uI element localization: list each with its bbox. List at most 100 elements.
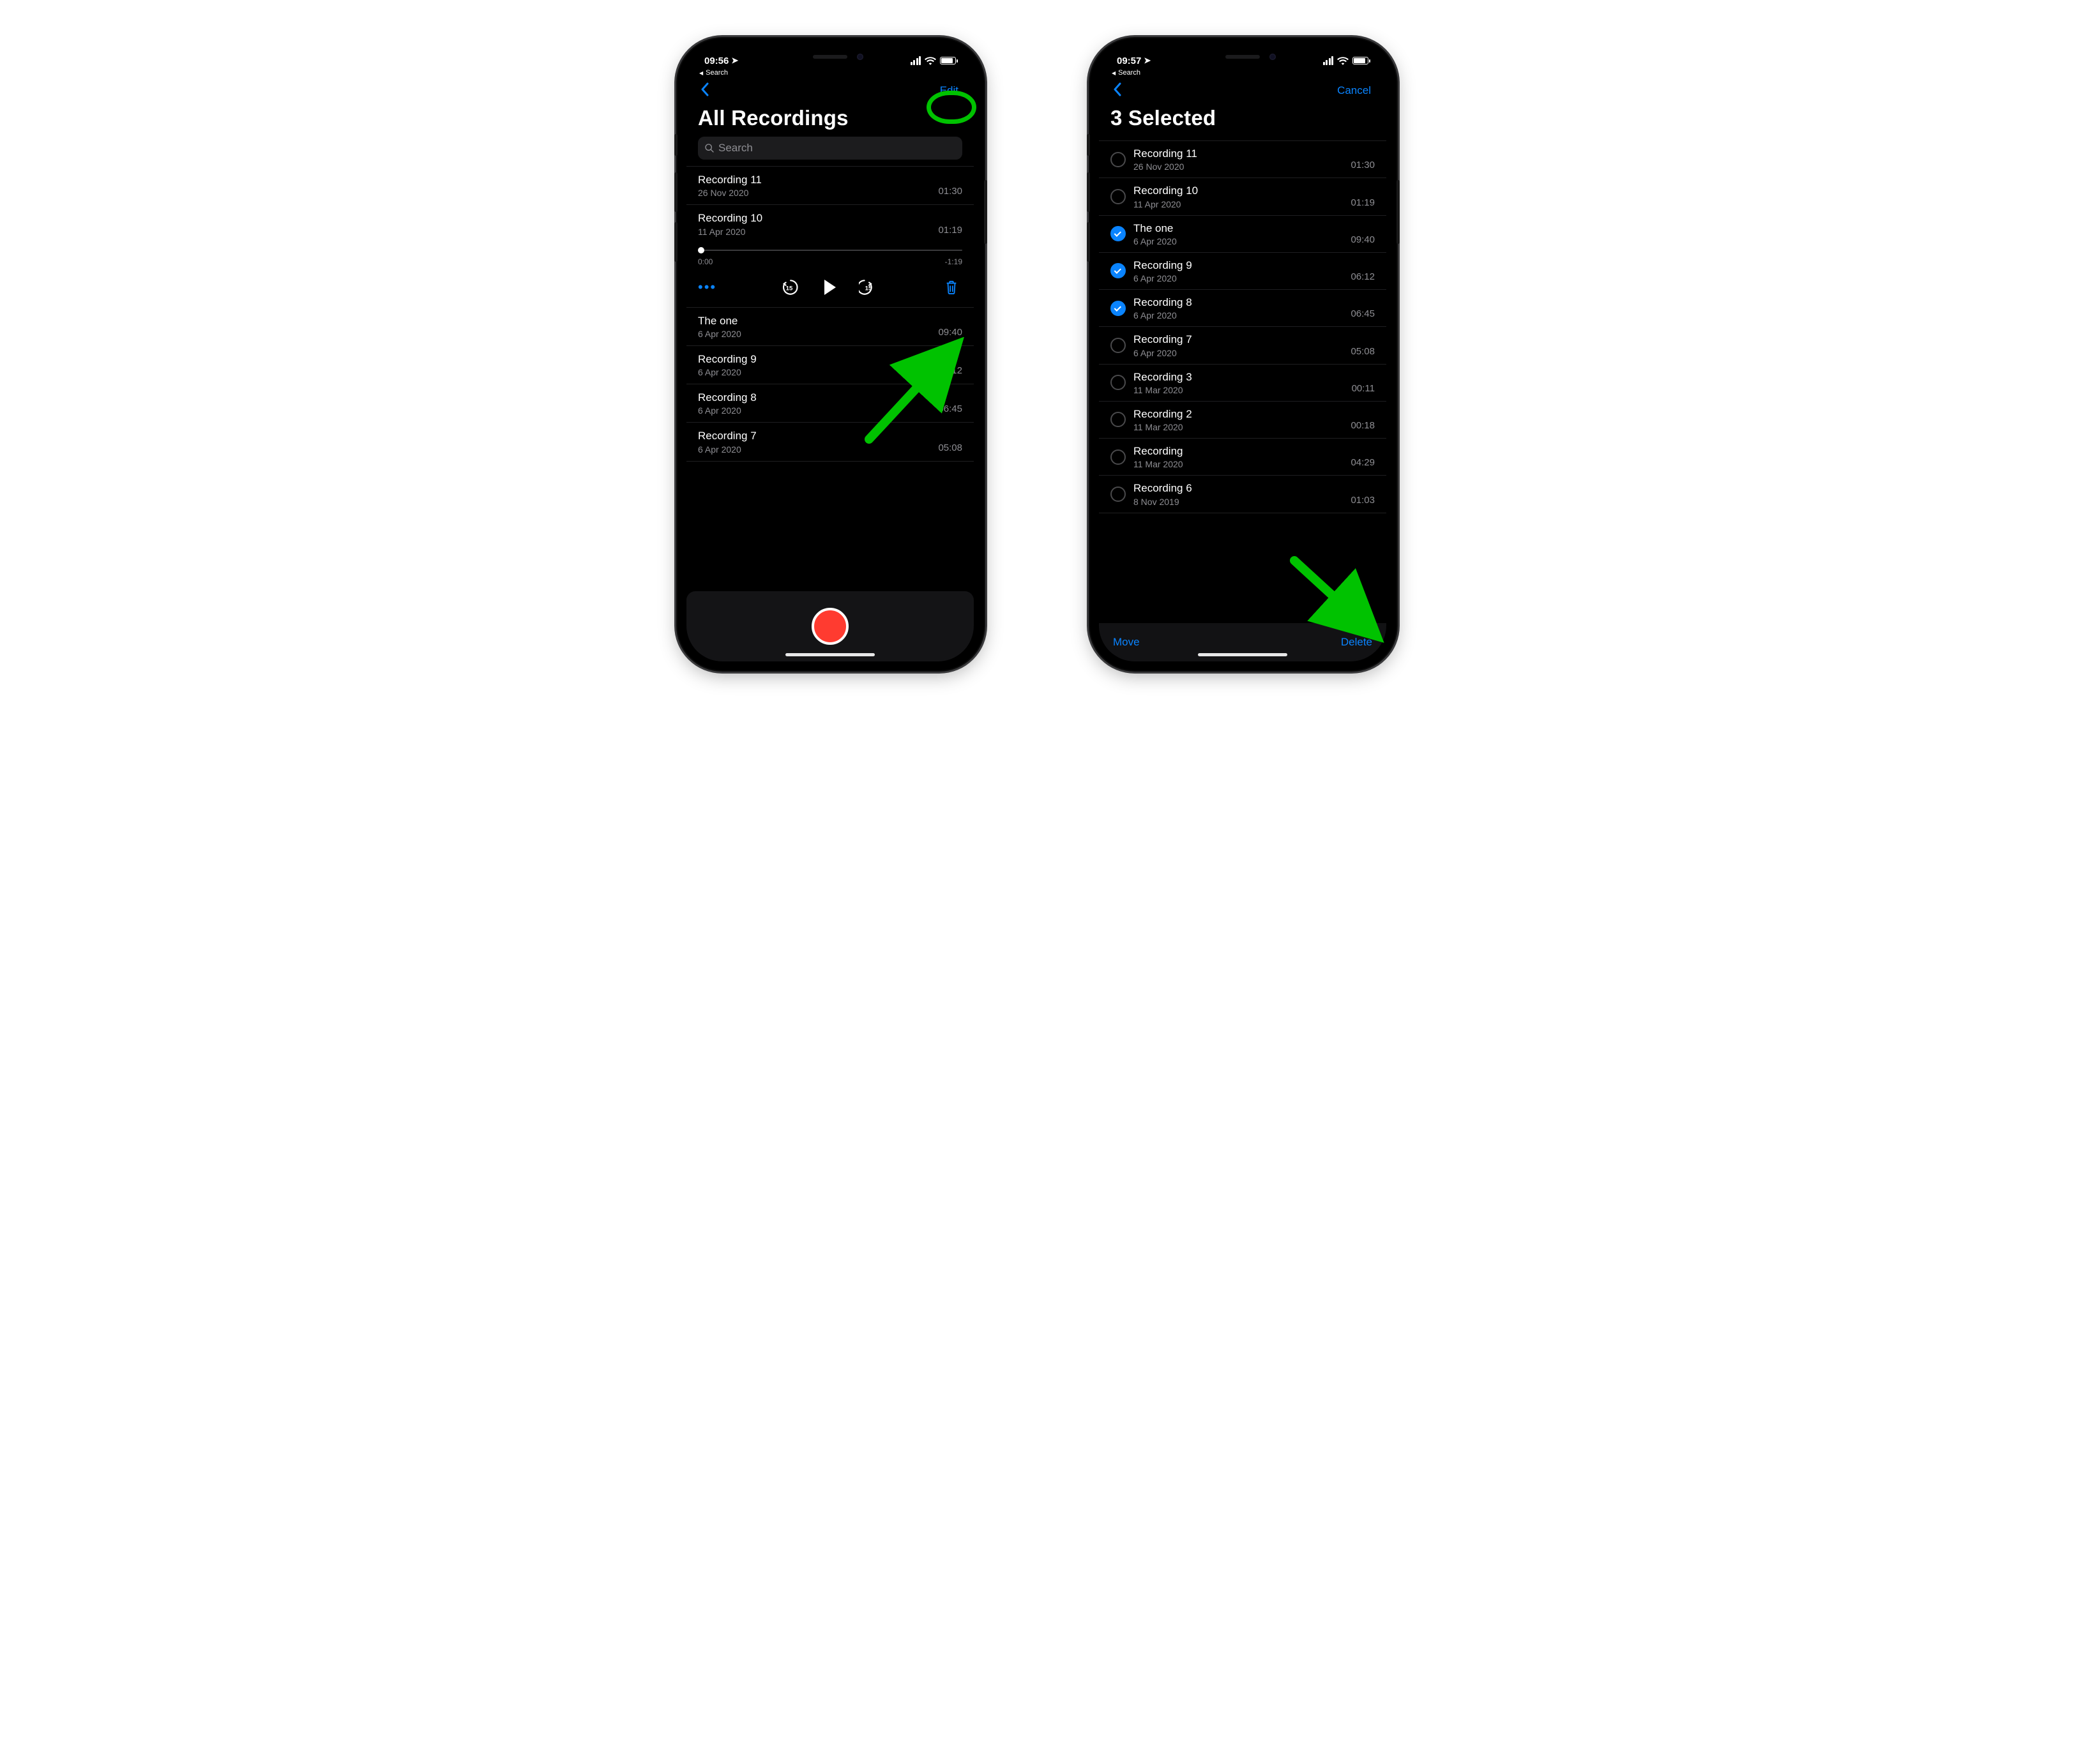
record-button[interactable] (812, 608, 849, 645)
recording-row[interactable]: Recording 76 Apr 202005:08 (1099, 327, 1386, 364)
status-time: 09:56 (704, 56, 729, 66)
delete-button[interactable]: Delete (1341, 636, 1372, 649)
recording-title: Recording 6 (1133, 481, 1343, 495)
volume-down-button (674, 222, 677, 262)
selection-checkbox[interactable] (1110, 263, 1126, 278)
selection-checkbox[interactable] (1110, 152, 1126, 167)
search-input[interactable]: Search (698, 137, 962, 160)
recordings-list: Recording 11 26 Nov 2020 01:30 Recording 10… (686, 166, 974, 591)
search-placeholder: Search (718, 142, 753, 155)
record-footer (686, 591, 974, 661)
home-indicator[interactable] (785, 653, 875, 656)
more-options-button[interactable]: ••• (698, 279, 716, 296)
recording-date: 6 Apr 2020 (1133, 310, 1343, 320)
recording-row[interactable]: Recording 1126 Nov 202001:30 (1099, 140, 1386, 178)
recording-row[interactable]: Recording 1011 Apr 202001:19 (1099, 178, 1386, 215)
phone-left: 09:56 ➤ Search Edit All Recordings Searc… (677, 38, 984, 670)
recording-duration: 05:08 (1351, 346, 1375, 358)
screen: 09:57 ➤ Search Cancel 3 Selected Recordi… (1099, 47, 1386, 661)
recording-duration: 04:29 (1351, 457, 1375, 469)
recording-row[interactable]: Recording 96 Apr 2020 06:12 (1099, 253, 1386, 290)
recording-duration: 06:45 (1351, 308, 1375, 320)
notch (1179, 47, 1306, 66)
scrubber-position: 0:00 (698, 257, 713, 266)
cancel-button[interactable]: Cancel (1333, 82, 1375, 100)
recording-row[interactable]: Recording 211 Mar 202000:18 (1099, 402, 1386, 439)
recording-duration: 06:12 (1351, 271, 1375, 283)
recording-title: Recording 11 (698, 173, 930, 186)
search-icon (704, 143, 715, 153)
recording-title: Recording 3 (1133, 370, 1344, 384)
recording-duration: 01:30 (938, 186, 962, 198)
nav-bar: Cancel (1099, 77, 1386, 103)
recording-row[interactable]: Recording11 Mar 2020 04:29 (1099, 439, 1386, 476)
recording-duration: 01:30 (1351, 160, 1375, 172)
recording-title: Recording 10 (1133, 184, 1343, 197)
edit-button[interactable]: Edit (936, 82, 962, 100)
back-button[interactable] (698, 82, 712, 99)
recording-date: 6 Apr 2020 (698, 367, 930, 377)
recording-date: 6 Apr 2020 (1133, 348, 1343, 358)
recording-row[interactable]: Recording 96 Apr 2020 06:12 (686, 346, 974, 384)
scrubber[interactable] (698, 245, 962, 256)
recording-date: 6 Apr 2020 (1133, 273, 1343, 283)
recording-title: Recording 10 (698, 211, 930, 225)
recording-title: Recording (1133, 444, 1343, 458)
recording-date: 11 Mar 2020 (1133, 459, 1343, 469)
play-button[interactable] (818, 276, 840, 298)
svg-text:15: 15 (865, 285, 872, 292)
phone-right: 09:57 ➤ Search Cancel 3 Selected Recordi… (1090, 38, 1397, 670)
recording-duration: 06:12 (938, 365, 962, 377)
recording-duration: 01:19 (938, 225, 962, 237)
battery-icon (940, 57, 956, 64)
selection-checkbox[interactable] (1110, 226, 1126, 241)
selection-checkbox[interactable] (1110, 449, 1126, 465)
recording-row[interactable]: Recording 86 Apr 202006:45 (1099, 290, 1386, 327)
recording-duration: 06:45 (938, 403, 962, 416)
wifi-icon (925, 56, 936, 65)
selection-checkbox[interactable] (1110, 338, 1126, 353)
skip-back-15-button[interactable]: 15 (778, 276, 800, 298)
volume-down-button (1087, 222, 1090, 262)
selection-checkbox[interactable] (1110, 375, 1126, 390)
cellular-icon (911, 56, 921, 65)
recording-date: 11 Mar 2020 (1133, 422, 1343, 432)
recording-row[interactable]: The one6 Apr 202009:40 (686, 308, 974, 346)
recording-row[interactable]: Recording 68 Nov 201901:03 (1099, 476, 1386, 513)
recording-row[interactable]: Recording 1011 Apr 202001:19 (686, 205, 974, 243)
selection-checkbox[interactable] (1110, 486, 1126, 502)
recording-row[interactable]: The one6 Apr 202009:40 (1099, 216, 1386, 253)
recording-row[interactable]: Recording 76 Apr 202005:08 (686, 423, 974, 461)
skip-15-icon: 15 (859, 278, 878, 297)
skip-15-icon: 15 (780, 278, 799, 297)
recording-date: 6 Apr 2020 (698, 329, 930, 339)
battery-icon (1352, 57, 1368, 64)
wifi-icon (1337, 56, 1349, 65)
side-button (1397, 180, 1400, 244)
selection-checkbox[interactable] (1110, 412, 1126, 427)
selection-checkbox[interactable] (1110, 301, 1126, 316)
recording-row[interactable]: Recording 86 Apr 202006:45 (686, 384, 974, 423)
recording-title: Recording 9 (1133, 259, 1343, 272)
side-button (984, 180, 987, 244)
trash-button[interactable] (941, 276, 962, 298)
recording-duration: 09:40 (938, 327, 962, 339)
recording-title: Recording 9 (698, 352, 930, 366)
move-button[interactable]: Move (1113, 636, 1140, 649)
recording-date: 26 Nov 2020 (1133, 162, 1343, 172)
edit-toolbar: Move Delete (1099, 623, 1386, 661)
recording-row[interactable]: Recording 11 26 Nov 2020 01:30 (686, 166, 974, 205)
recordings-list: Recording 1126 Nov 202001:30Recording 10… (1099, 140, 1386, 623)
back-button[interactable] (1110, 82, 1124, 99)
skip-forward-15-button[interactable]: 15 (858, 276, 879, 298)
recording-title: The one (1133, 222, 1343, 235)
recording-row[interactable]: Recording 311 Mar 202000:11 (1099, 365, 1386, 402)
trash-icon (944, 280, 958, 295)
nav-bar: Edit (686, 77, 974, 103)
home-indicator[interactable] (1198, 653, 1287, 656)
scrubber-remaining: -1:19 (945, 257, 962, 266)
mute-switch (674, 134, 677, 156)
status-time: 09:57 (1117, 56, 1141, 66)
selection-checkbox[interactable] (1110, 189, 1126, 204)
recording-date: 26 Nov 2020 (698, 188, 930, 198)
